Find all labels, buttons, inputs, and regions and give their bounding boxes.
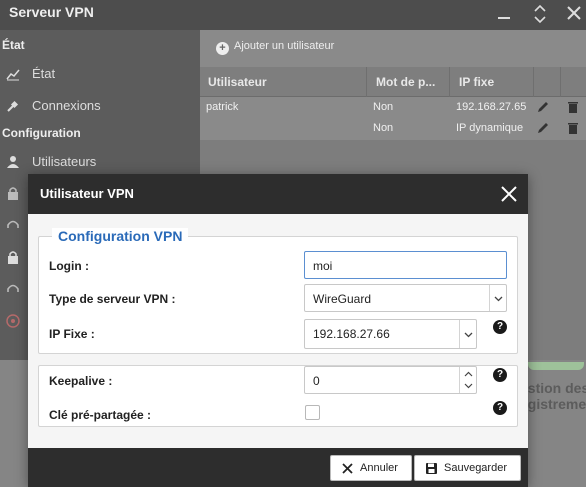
lock-icon[interactable] bbox=[6, 250, 20, 264]
cell-password: Non bbox=[373, 101, 394, 113]
app-title: Serveur VPN bbox=[9, 4, 94, 20]
headset-icon[interactable] bbox=[6, 218, 20, 232]
cell-ip: IP dynamique bbox=[456, 122, 524, 134]
column-header-ip[interactable]: IP fixe bbox=[459, 75, 494, 89]
cancel-label: Annuler bbox=[360, 462, 398, 474]
plug-icon bbox=[6, 99, 20, 113]
ip-select[interactable]: 192.168.27.66 bbox=[304, 319, 477, 349]
save-label: Sauvegarder bbox=[444, 462, 507, 474]
psk-label: Clé pré-partagée : bbox=[49, 408, 152, 422]
column-separator bbox=[560, 67, 561, 97]
help-icon[interactable]: ? bbox=[493, 320, 507, 334]
advanced-fieldset: Keepalive : 0 ? Clé pré-partagée : ? bbox=[38, 365, 518, 427]
sidebar-item-label: Connexions bbox=[32, 98, 101, 113]
table-row[interactable]: Non IP dynamique bbox=[200, 118, 586, 139]
column-header-password[interactable]: Mot de p... bbox=[376, 75, 446, 89]
server-type-value: WireGuard bbox=[313, 292, 372, 306]
sidebar-section-configuration: Configuration bbox=[2, 126, 81, 140]
psk-checkbox[interactable] bbox=[305, 405, 320, 420]
restore-icon[interactable] bbox=[529, 3, 551, 25]
login-label: Login : bbox=[49, 259, 89, 273]
background-text-line: estion des bbox=[520, 380, 586, 396]
dialog-header: Utilisateur VPN bbox=[28, 174, 528, 214]
server-type-select[interactable]: WireGuard bbox=[304, 284, 507, 312]
table-row[interactable]: patrick Non 192.168.27.65 bbox=[200, 97, 586, 118]
trash-icon[interactable] bbox=[566, 100, 580, 114]
cell-password: Non bbox=[373, 122, 394, 134]
sidebar-section-state: État bbox=[2, 38, 25, 52]
ip-value: 192.168.27.66 bbox=[313, 327, 390, 341]
add-user-button[interactable]: + Ajouter un utilisateur bbox=[216, 40, 334, 55]
keepalive-stepper[interactable]: 0 bbox=[304, 366, 477, 394]
cell-ip: 192.168.27.65 bbox=[456, 101, 527, 113]
vpn-config-fieldset: Configuration VPN Login : moi Type de se… bbox=[38, 228, 518, 354]
lock-icon[interactable] bbox=[6, 186, 20, 200]
target-icon[interactable] bbox=[6, 314, 20, 328]
user-icon bbox=[6, 155, 20, 169]
cancel-button[interactable]: Annuler bbox=[330, 455, 412, 481]
help-icon[interactable]: ? bbox=[493, 368, 507, 382]
headset-icon[interactable] bbox=[6, 282, 20, 296]
sidebar-item-label: État bbox=[32, 66, 56, 81]
section-title: Configuration VPN bbox=[52, 228, 189, 244]
column-separator bbox=[533, 67, 534, 97]
background-banner bbox=[528, 362, 584, 370]
dialog-footer: Annuler Sauvegarder bbox=[28, 448, 528, 487]
sidebar-item-label: Utilisateurs bbox=[32, 154, 97, 169]
help-icon[interactable]: ? bbox=[493, 401, 507, 415]
plus-icon: + bbox=[216, 42, 229, 55]
column-separator bbox=[449, 67, 450, 97]
server-type-label: Type de serveur VPN : bbox=[49, 292, 176, 306]
chevron-down-icon[interactable] bbox=[459, 320, 476, 348]
column-header-user[interactable]: Utilisateur bbox=[208, 75, 267, 89]
background-text: estion des egistreme bbox=[520, 380, 586, 412]
save-button[interactable]: Sauvegarder bbox=[414, 455, 521, 481]
close-icon[interactable] bbox=[498, 183, 520, 205]
background-text-line: egistreme bbox=[520, 396, 586, 412]
cell-user: patrick bbox=[206, 101, 239, 113]
ip-label: IP Fixe : bbox=[49, 327, 95, 341]
vpn-user-dialog: Utilisateur VPN Configuration VPN Login … bbox=[28, 174, 528, 487]
close-icon[interactable] bbox=[563, 3, 585, 25]
column-separator bbox=[366, 67, 367, 97]
keepalive-label: Keepalive : bbox=[49, 374, 113, 388]
close-icon bbox=[341, 462, 354, 475]
title-bar: Serveur VPN bbox=[0, 0, 586, 30]
floppy-icon bbox=[425, 462, 438, 475]
keepalive-value: 0 bbox=[313, 374, 320, 388]
login-input[interactable]: moi bbox=[304, 251, 507, 279]
trash-icon[interactable] bbox=[566, 121, 580, 135]
edit-icon[interactable] bbox=[536, 121, 550, 135]
stepper-arrows[interactable] bbox=[459, 367, 476, 393]
minimize-icon[interactable] bbox=[493, 3, 515, 25]
edit-icon[interactable] bbox=[536, 100, 550, 114]
grid-header: Utilisateur Mot de p... IP fixe bbox=[200, 67, 586, 97]
add-user-label: Ajouter un utilisateur bbox=[234, 40, 335, 52]
dialog-body: Configuration VPN Login : moi Type de se… bbox=[28, 214, 528, 448]
chevron-down-icon[interactable] bbox=[489, 285, 506, 311]
dialog-title: Utilisateur VPN bbox=[40, 186, 134, 201]
chart-icon bbox=[6, 67, 20, 81]
